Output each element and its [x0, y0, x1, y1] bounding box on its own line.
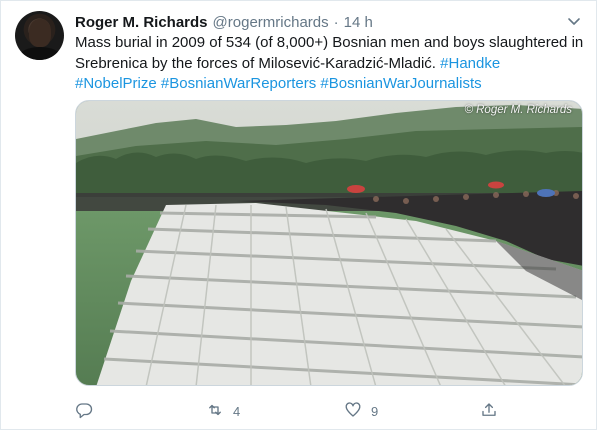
reply-icon — [75, 401, 93, 422]
avatar-shirt — [19, 47, 61, 60]
tweet-header: Roger M. Richards @rogermrichards · 14 h — [75, 12, 373, 32]
photo-illustration — [76, 101, 582, 385]
retweet-button[interactable]: 4 — [206, 400, 240, 422]
like-count: 9 — [371, 403, 379, 419]
tweet-actions: 4 9 — [75, 400, 585, 422]
hashtag-bosnianwarjournalists[interactable]: #BosnianWarJournalists — [320, 75, 481, 92]
retweet-icon — [206, 401, 224, 422]
photo-credit: © Roger M. Richards — [464, 104, 572, 116]
hashtag-bosnianwarreporters[interactable]: #BosnianWarReporters — [161, 75, 316, 92]
author-handle[interactable]: @rogermrichards — [213, 14, 329, 31]
hashtag-handke[interactable]: #Handke — [440, 55, 500, 72]
retweet-count: 4 — [233, 403, 241, 419]
share-button[interactable] — [480, 400, 507, 422]
share-icon — [480, 401, 498, 422]
tweet-text: Mass burial in 2009 of 534 (of 8,000+) B… — [75, 33, 585, 95]
like-button[interactable]: 9 — [344, 400, 378, 422]
reply-button[interactable] — [75, 400, 102, 422]
tweet-timestamp[interactable]: 14 h — [344, 14, 373, 31]
tweet-photo[interactable]: © Roger M. Richards — [75, 100, 583, 386]
header-separator: · — [333, 13, 339, 31]
tweet-body: Mass burial in 2009 of 534 (of 8,000+) B… — [75, 34, 584, 72]
hashtag-nobelprize[interactable]: #NobelPrize — [75, 75, 157, 92]
author-name[interactable]: Roger M. Richards — [75, 14, 208, 31]
avatar[interactable] — [15, 11, 64, 60]
avatar-face — [29, 19, 51, 47]
chevron-down-icon[interactable] — [567, 14, 581, 28]
heart-icon — [344, 401, 362, 422]
